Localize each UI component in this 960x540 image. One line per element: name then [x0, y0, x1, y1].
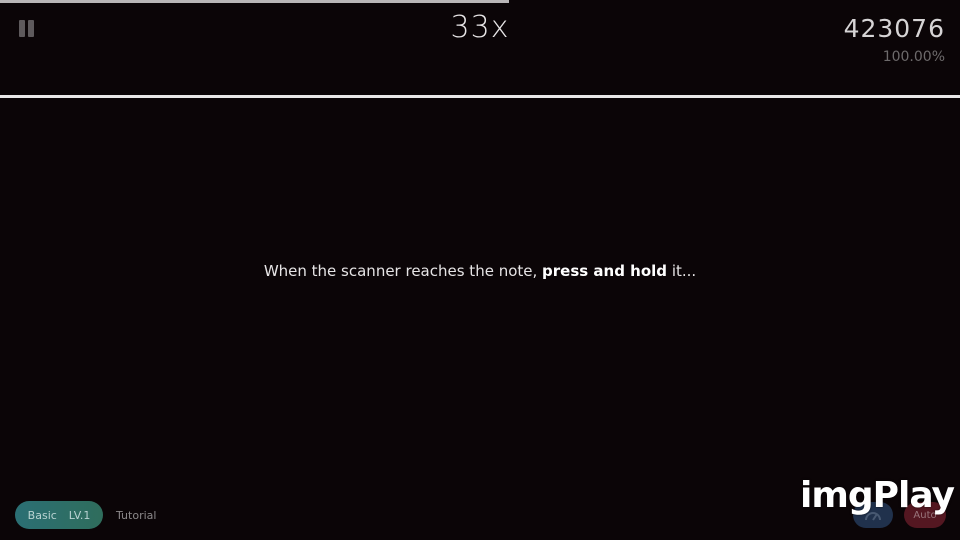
- song-progress-fill: [0, 0, 509, 3]
- instruction-text-after: it...: [667, 262, 697, 280]
- tutorial-instruction: When the scanner reaches the note, press…: [0, 262, 960, 280]
- accuracy: 100.00%: [882, 49, 945, 65]
- difficulty-badge: Basic LV.1: [15, 501, 103, 529]
- watermark-logo: imgPlay: [800, 475, 955, 516]
- score: 423076: [843, 14, 945, 43]
- difficulty-label: Basic: [27, 508, 57, 522]
- pause-icon[interactable]: [19, 20, 37, 38]
- level-label: LV.1: [68, 508, 91, 522]
- game-screen: 33x 423076 100.00% When the scanner reac…: [0, 0, 960, 540]
- combo-counter: 33x: [450, 10, 510, 45]
- song-progress-bar: [0, 0, 960, 3]
- instruction-text-bold: press and hold: [542, 262, 668, 280]
- instruction-text-before: When the scanner reaches the note,: [263, 262, 543, 280]
- scanner-line: [0, 95, 960, 98]
- level-name: Tutorial: [116, 509, 157, 522]
